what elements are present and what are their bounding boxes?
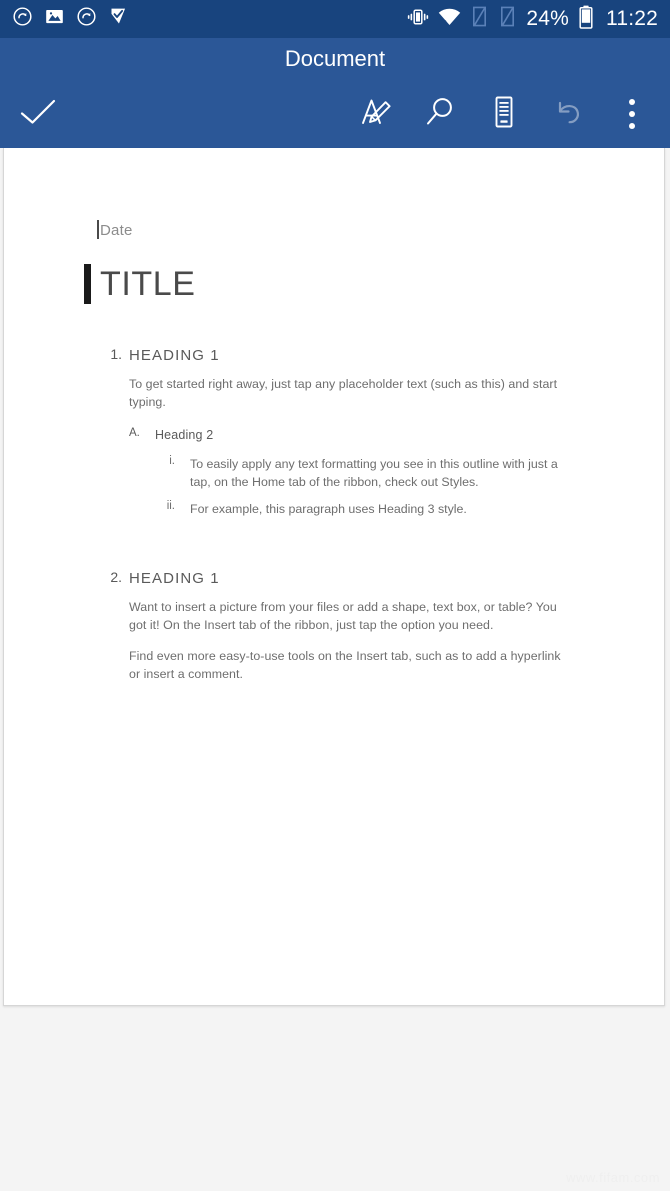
sim-2-off-icon: [498, 6, 517, 32]
outline-section-2[interactable]: 2. HEADING 1 Want to insert a picture fr…: [100, 569, 574, 683]
outline-list: 1. HEADING 1 To get started right away, …: [100, 346, 574, 683]
done-checkmark-button[interactable]: [0, 80, 76, 148]
heading-1: HEADING 1: [129, 570, 220, 587]
battery-percent-label: 24%: [526, 7, 569, 30]
date-placeholder-field[interactable]: Date: [97, 220, 574, 239]
search-button[interactable]: [408, 80, 472, 148]
reading-view-icon: [486, 93, 522, 136]
page-title: Document: [284, 46, 386, 71]
list-number: 2.: [110, 569, 122, 585]
undo-button[interactable]: [536, 80, 600, 148]
image-icon: [44, 6, 65, 32]
outline-section-1[interactable]: 1. HEADING 1 To get started right away, …: [100, 346, 574, 518]
vibrate-icon: [407, 7, 429, 32]
document-scroll-area[interactable]: Date TITLE 1. HEADING 1 To get started r…: [0, 148, 670, 1191]
outline-item-ii[interactable]: ii. For example, this paragraph uses Hea…: [155, 500, 574, 518]
format-text-button[interactable]: [344, 80, 408, 148]
status-bar-clock: 11:22: [606, 7, 658, 30]
list-number: i.: [169, 455, 175, 467]
date-placeholder-text: Date: [100, 222, 133, 239]
status-bar-right-icons: 24% 11:22: [407, 5, 658, 34]
body-paragraph: Want to insert a picture from your files…: [129, 600, 557, 632]
heading-3-text: To easily apply any text formatting you …: [190, 457, 558, 489]
text-caret: [97, 220, 99, 239]
body-paragraph: To get started right away, just tap any …: [129, 377, 558, 409]
reading-view-button[interactable]: [472, 80, 536, 148]
flag-check-icon: [108, 6, 129, 32]
outline-item-i[interactable]: i. To easily apply any text formatting y…: [155, 455, 574, 491]
watermark: www.fifam.com: [566, 1170, 660, 1185]
list-number: ii.: [166, 500, 175, 512]
list-number: A.: [129, 427, 140, 439]
sim-1-off-icon: [470, 6, 489, 32]
heading-1: HEADING 1: [129, 347, 220, 364]
sync-circle-icon-2: [76, 6, 97, 32]
three-dots-icon: [629, 99, 635, 129]
search-icon: [421, 93, 459, 136]
undo-icon: [548, 94, 588, 135]
wifi-icon: [438, 7, 461, 32]
outline-subsection-a[interactable]: A. Heading 2 i. To easily apply any text…: [129, 427, 574, 518]
document-title-text: TITLE: [100, 265, 196, 303]
document-title-row[interactable]: TITLE: [84, 262, 574, 306]
list-number: 1.: [110, 346, 122, 362]
app-toolbar: [0, 80, 670, 148]
sync-circle-icon: [12, 6, 33, 32]
text-pencil-icon: [356, 92, 396, 137]
checkmark-icon: [18, 95, 58, 134]
app-header: Document: [0, 38, 670, 148]
body-paragraph: Find even more easy-to-use tools on the …: [129, 649, 561, 681]
status-bar-left-icons: [12, 6, 129, 32]
battery-icon: [579, 5, 593, 34]
status-bar: 24% 11:22: [0, 0, 670, 38]
document-body[interactable]: Date TITLE 1. HEADING 1 To get started r…: [4, 148, 664, 683]
outline-level-3-list: i. To easily apply any text formatting y…: [155, 455, 574, 518]
title-accent-bar: [84, 264, 91, 304]
more-options-button[interactable]: [600, 80, 664, 148]
heading-2: Heading 2: [155, 428, 214, 442]
heading-3-text: For example, this paragraph uses Heading…: [190, 502, 467, 516]
document-page[interactable]: Date TITLE 1. HEADING 1 To get started r…: [3, 148, 665, 1006]
